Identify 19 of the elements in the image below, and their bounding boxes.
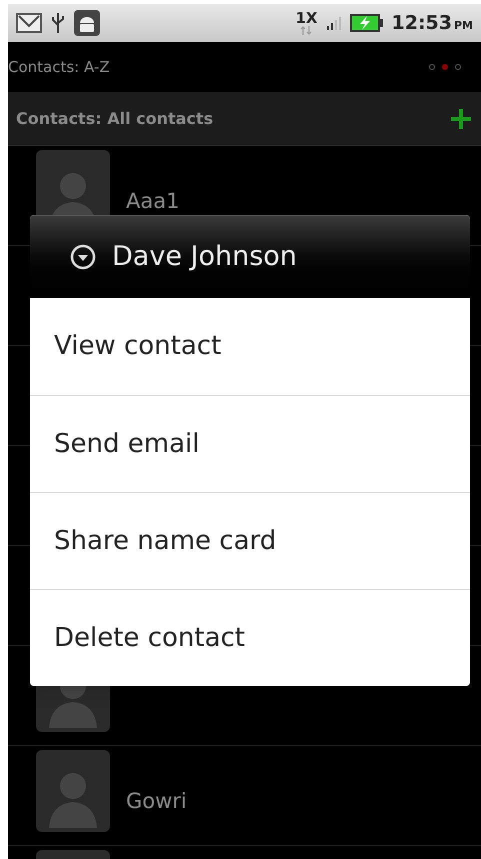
menu-item[interactable]: Send email <box>30 395 470 492</box>
clock-period: PM <box>454 18 473 34</box>
screen-title: Contacts: A-Z <box>8 56 110 78</box>
menu-item[interactable]: View contact <box>30 298 470 395</box>
menu-item[interactable]: Delete contact <box>30 589 470 686</box>
battery-charging-icon <box>350 13 384 33</box>
usb-icon <box>50 11 66 35</box>
list-header-title: Contacts: All contacts <box>16 108 214 130</box>
data-arrows-icon <box>300 26 312 35</box>
contact-name[interactable]: Gowri <box>126 786 187 818</box>
signal-icon <box>326 15 342 31</box>
dialog-title: Dave Johnson <box>112 240 297 274</box>
mail-icon <box>16 12 42 34</box>
chevron-down-circle-icon <box>70 244 96 270</box>
network-type: 1X <box>295 11 318 26</box>
add-icon[interactable] <box>449 106 473 130</box>
contact-name[interactable]: Aaa1 <box>126 186 180 218</box>
menu-item[interactable]: Share name card <box>30 492 470 589</box>
clock-time: 12:53 <box>392 10 452 36</box>
